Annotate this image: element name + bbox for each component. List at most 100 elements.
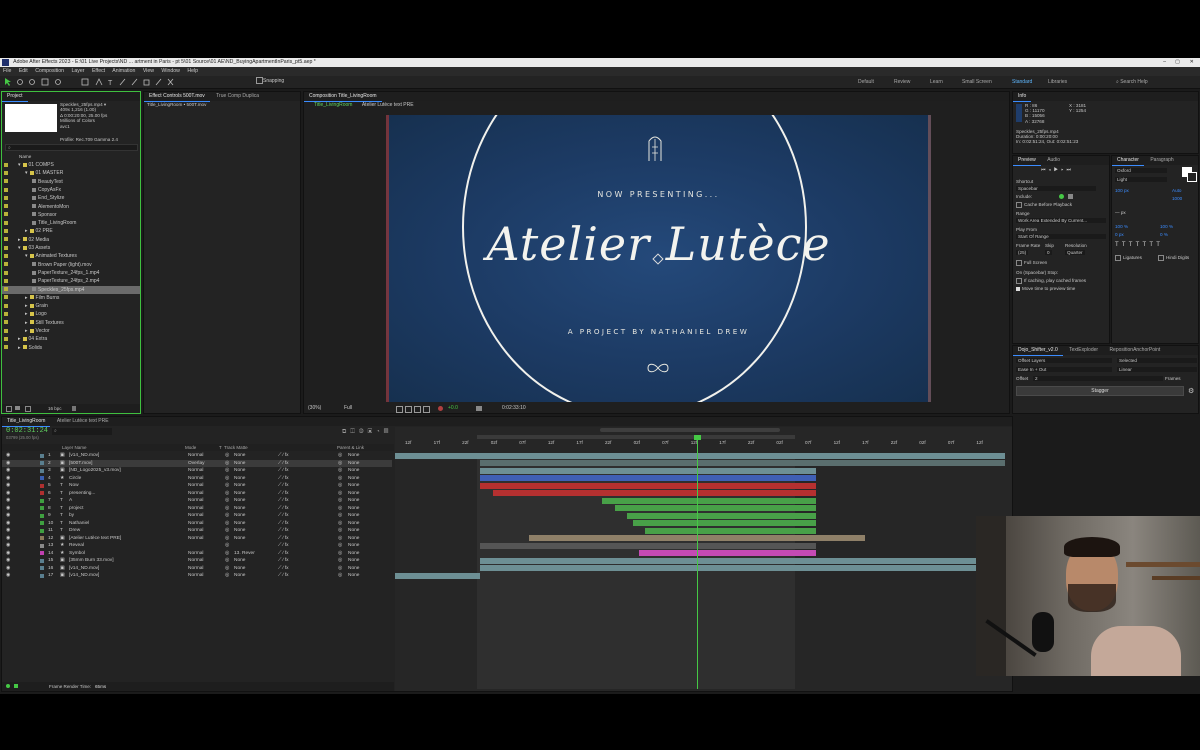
layer-label-color[interactable]	[40, 506, 44, 511]
label-color-swatch[interactable]	[4, 170, 8, 175]
track-matte-dropdown[interactable]: None	[234, 527, 245, 535]
layer-label-color[interactable]	[40, 461, 44, 466]
layer-duration-bar[interactable]	[480, 475, 816, 482]
label-color-swatch[interactable]	[4, 312, 8, 317]
playhead-line[interactable]	[694, 435, 702, 689]
label-color-swatch[interactable]	[4, 162, 8, 167]
parent-dropdown[interactable]: None	[348, 497, 359, 505]
new-folder-icon[interactable]	[15, 406, 20, 410]
mask-visibility-icon[interactable]	[414, 406, 421, 413]
layer-name[interactable]: Symbol	[69, 550, 85, 558]
tab-atelier-text-pre[interactable]: Atelier Lutèce text PRE	[52, 417, 114, 426]
time-navigator[interactable]	[600, 428, 780, 432]
faux-styles[interactable]: TTTTTTT	[1115, 242, 1163, 248]
project-item[interactable]: ▸ 02 PRE	[2, 227, 140, 235]
chevron-down-icon[interactable]: ▾	[25, 170, 28, 176]
stop-option-move[interactable]: Move time to preview time	[1016, 286, 1075, 291]
play-from-dropdown[interactable]: Start Of Range	[1016, 234, 1106, 239]
resolution-dropdown[interactable]: Full	[344, 404, 352, 413]
snapshot-icon[interactable]	[476, 406, 482, 411]
parent-pickwhip-icon[interactable]: ◎	[338, 550, 342, 558]
eye-icon[interactable]: ◉	[6, 557, 10, 565]
timeline-layer-row[interactable]: ◉ 14 ★ Symbol Normal ◎ 13. Rever ⟋ ∕ fx ◎ None	[2, 550, 392, 558]
project-item[interactable]: ▸ Logo	[2, 310, 140, 318]
label-color-swatch[interactable]	[4, 237, 8, 242]
chevron-down-icon[interactable]: ▾	[18, 245, 21, 251]
comp-timecode[interactable]: 0:02:33:10	[502, 404, 526, 413]
project-item[interactable]: ▾ 03 Assets	[2, 244, 140, 252]
layer-label-color[interactable]	[40, 491, 44, 496]
layer-label-color[interactable]	[40, 551, 44, 556]
tab-preview[interactable]: Preview	[1013, 156, 1041, 166]
layer-name[interactable]: Now	[69, 482, 79, 490]
layer-switches[interactable]: ⟋ ∕ fx	[278, 520, 289, 528]
timeline-tracks-area[interactable]: 12f 17f 22f 02f 07f 12f 17f 22f 02f 07f 12f 17f 22f 0…	[395, 427, 1012, 691]
eye-icon[interactable]: ◉	[6, 452, 10, 460]
project-item[interactable]: ▸ 02 Media	[2, 236, 140, 244]
label-color-swatch[interactable]	[4, 262, 8, 267]
timeline-layer-row[interactable]: ◉ 1 ▣ [v14_ND.mov] Normal ◎ None ⟋ ∕ fx ◎ None	[2, 452, 392, 460]
vertical-scale-field[interactable]: 100 %	[1115, 224, 1128, 229]
parent-dropdown[interactable]: None	[348, 550, 359, 558]
layer-name[interactable]: Nathaniel	[69, 520, 89, 528]
tab-true-comp-duplicator[interactable]: True Comp Duplica	[211, 92, 264, 101]
layer-mode-dropdown[interactable]: Normal	[188, 527, 203, 535]
resolution-dropdown[interactable]: Quarter	[1065, 250, 1085, 255]
stop-option-cache[interactable]: If caching, play cached frames	[1016, 278, 1086, 284]
layer-name[interactable]: Reveal	[69, 542, 84, 550]
layer-label-color[interactable]	[40, 536, 44, 541]
search-help[interactable]: ⌕ Search Help	[1116, 78, 1148, 86]
layer-label-color[interactable]	[40, 453, 44, 458]
track-matte-dropdown[interactable]: None	[234, 572, 245, 580]
timeline-layer-row[interactable]: ◉ 3 ▣ [ND_Logo2025_v3.mov] Normal ◎ None ⟋ ∕ fx…	[2, 467, 392, 475]
timeline-switches[interactable]: ⧉◫◍▣◔▤	[342, 429, 392, 436]
tsume-field[interactable]: 0 %	[1160, 232, 1168, 237]
tab-paragraph[interactable]: Paragraph	[1145, 156, 1178, 165]
layer-mode-dropdown[interactable]: Normal	[188, 505, 203, 513]
chevron-right-icon[interactable]: ▸	[25, 320, 28, 326]
tab-audio[interactable]: Audio	[1042, 156, 1065, 165]
timeline-layer-row[interactable]: ◉ 15 ▣ [35mm Burn 33.mov] Normal ◎ None ⟋ ∕ fx ◎…	[2, 557, 392, 565]
font-family-dropdown[interactable]: Oxford	[1115, 168, 1167, 173]
project-item[interactable]: ▸ Still Textures	[2, 319, 140, 327]
parent-dropdown[interactable]: None	[348, 542, 359, 550]
timeline-search-input[interactable]: ⌕	[52, 428, 112, 435]
eye-icon[interactable]: ◉	[6, 482, 10, 490]
timeline-layer-row[interactable]: ◉ 17 ▣ [v14_ND.mov] Normal ◎ None ⟋ ∕ fx ◎ None	[2, 572, 392, 580]
eye-icon[interactable]: ◉	[6, 475, 10, 483]
label-color-swatch[interactable]	[4, 245, 8, 250]
layer-switches[interactable]: ⟋ ∕ fx	[278, 475, 289, 483]
workspace-default[interactable]: Default	[858, 78, 874, 86]
project-item[interactable]: ▸ Film Burns	[2, 294, 140, 302]
menu-layer[interactable]: Layer	[72, 68, 85, 74]
menu-edit[interactable]: Edit	[19, 68, 28, 74]
track-matte-icon[interactable]: ◎	[225, 572, 229, 580]
shortcut-dropdown[interactable]: Spacebar	[1016, 186, 1096, 191]
project-item[interactable]: Title_LivingRoom	[2, 219, 140, 227]
label-color-swatch[interactable]	[4, 303, 8, 308]
timeline-layer-row[interactable]: ◉ 5 T Now Normal ◎ None ⟋ ∕ fx ◎ None	[2, 482, 392, 490]
layer-name[interactable]: Drew	[69, 527, 80, 535]
parent-pickwhip-icon[interactable]: ◎	[338, 497, 342, 505]
parent-dropdown[interactable]: None	[348, 452, 359, 460]
workspace-learn[interactable]: Learn	[930, 78, 943, 86]
parent-pickwhip-icon[interactable]: ◎	[338, 535, 342, 543]
layer-name[interactable]: [35mm Burn 33.mov]	[69, 557, 114, 565]
channel-icon[interactable]	[438, 406, 443, 411]
layer-duration-bar[interactable]	[602, 497, 816, 504]
layer-name[interactable]: [Atelier Lutèce text PRE]	[69, 535, 121, 543]
layer-duration-bar[interactable]	[492, 490, 816, 497]
chevron-right-icon[interactable]: ▸	[18, 345, 21, 351]
chevron-right-icon[interactable]: ▸	[25, 311, 28, 317]
chevron-right-icon[interactable]: ▸	[25, 295, 28, 301]
label-color-swatch[interactable]	[4, 195, 8, 200]
region-of-interest-icon[interactable]	[396, 406, 403, 413]
tab-character[interactable]: Character	[1112, 156, 1144, 166]
project-item[interactable]: CopyAsFx	[2, 186, 140, 194]
layer-duration-bar[interactable]	[645, 527, 816, 534]
parent-pickwhip-icon[interactable]: ◎	[338, 542, 342, 550]
eye-icon[interactable]: ◉	[6, 467, 10, 475]
parent-pickwhip-icon[interactable]: ◎	[338, 467, 342, 475]
parent-pickwhip-icon[interactable]: ◎	[338, 460, 342, 468]
work-area-bar[interactable]	[477, 435, 795, 439]
